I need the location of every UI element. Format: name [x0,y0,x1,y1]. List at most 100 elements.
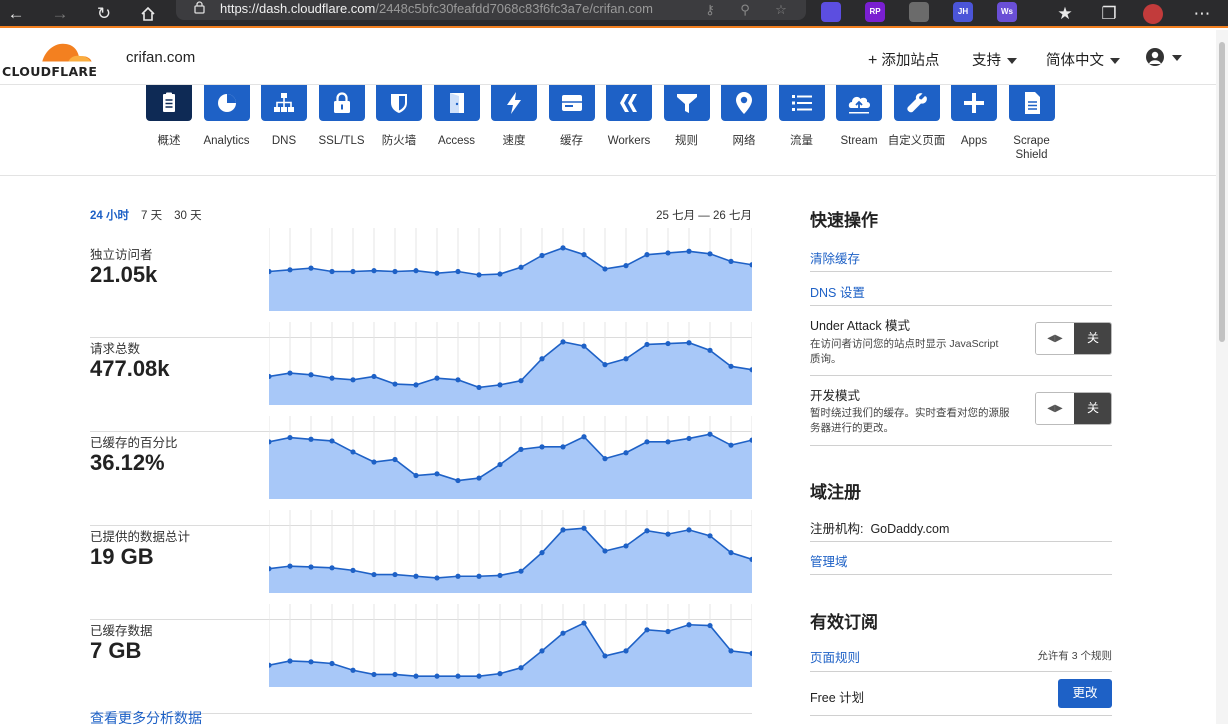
sparkline-point[interactable] [665,340,671,347]
sparkline-point[interactable] [560,444,566,450]
sparkline-point[interactable] [287,658,293,664]
sparkline-point[interactable] [560,630,566,636]
sparkline-point[interactable] [371,671,377,678]
add-site-button[interactable]: + 添加站点 [868,49,939,70]
favorite-add-icon[interactable]: ☆ [772,1,790,19]
sparkline-point[interactable] [413,472,419,479]
sparkline-point[interactable] [644,252,650,258]
sparkline-point[interactable] [434,471,440,477]
sparkline-point[interactable] [707,431,713,437]
jh-ext-icon[interactable]: JH [953,2,973,22]
sparkline-point[interactable] [560,245,566,251]
sparkline-point[interactable] [287,370,293,376]
key-icon[interactable]: ⚷ [701,1,719,19]
change-plan-button[interactable]: 更改 [1058,679,1112,708]
nav-item-overview[interactable]: 概述 [137,85,201,148]
nav-item-filter[interactable]: 规则 [655,85,719,148]
sparkline-point[interactable] [371,268,377,274]
sparkline-point[interactable] [707,533,713,539]
sparkline-point[interactable] [665,439,671,445]
under-attack-toggle[interactable]: ◀▶ 关 [1035,322,1112,355]
back-icon[interactable]: ← [4,2,28,26]
sparkline-point[interactable] [644,528,650,534]
sparkline-point[interactable] [686,340,692,346]
sparkline-point[interactable] [602,266,608,272]
nav-item-door[interactable]: Access [425,85,489,148]
scrollbar-thumb[interactable] [1219,42,1225,342]
sparkline-point[interactable] [728,363,734,369]
sparkline-point[interactable] [539,444,545,450]
sparkline-point[interactable] [476,384,482,391]
sparkline-point[interactable] [434,375,440,381]
sparkline-point[interactable] [434,575,440,581]
dns-settings-link[interactable]: DNS 设置 [810,282,865,301]
sparkline-point[interactable] [707,347,713,353]
sparkline-point[interactable] [581,525,587,531]
sparkline-point[interactable] [476,673,482,679]
forward-icon[interactable]: → [48,2,72,26]
manage-domain-link[interactable]: 管理域 [810,551,848,570]
sparkline-point[interactable] [728,258,734,264]
ws-ext-icon[interactable]: Ws [997,2,1017,22]
sparkline-point[interactable] [308,436,314,442]
sparkline-point[interactable] [581,252,587,258]
nav-item-workers[interactable]: Workers [597,85,661,148]
sparkline-point[interactable] [665,531,671,537]
sparkline-point[interactable] [308,372,314,378]
nav-item-drive[interactable]: 缓存 [540,85,604,148]
sparkline-point[interactable] [308,564,314,570]
cloudflare-logo[interactable]: CLOUDFLARE [2,38,98,79]
sparkline-point[interactable] [686,622,692,628]
sparkline-point[interactable] [623,356,629,362]
nav-item-location-pin[interactable]: 网络 [712,85,776,148]
zoom-icon[interactable]: ⚲ [736,1,754,19]
sparkline-point[interactable] [728,648,734,654]
sparkline-point[interactable] [581,620,587,626]
favorites-icon[interactable]: ★ [1053,2,1077,26]
sparkline-point[interactable] [350,268,356,275]
sparkline-point[interactable] [413,573,419,579]
nav-item-wrench[interactable]: 自定义页面 [885,85,949,148]
collections-icon[interactable]: ❐ [1097,2,1121,26]
sparkline-point[interactable] [602,456,608,462]
nav-item-cloud-upload[interactable]: Stream [827,85,891,148]
dev-mode-toggle[interactable]: ◀▶ 关 [1035,392,1112,425]
sparkline-point[interactable] [287,267,293,273]
nav-item-document[interactable]: Scrape Shield [1000,85,1064,162]
sparkline-point[interactable] [455,268,461,275]
sparkline-point[interactable] [350,667,356,673]
sparkline-point[interactable] [434,673,440,679]
sparkline-point[interactable] [413,382,419,388]
sparkline-point[interactable] [455,573,461,579]
page-scrollbar[interactable] [1216,30,1228,724]
sparkline-point[interactable] [329,268,335,275]
nav-item-lightning[interactable]: 速度 [482,85,546,148]
sparkline-point[interactable] [413,673,419,679]
more-analytics-link[interactable]: 查看更多分析数据 [90,708,202,728]
home-icon[interactable] [136,2,160,26]
sparkline-point[interactable] [560,339,566,345]
sparkline-point[interactable] [665,628,671,635]
page-rules-link[interactable]: 页面规则 [810,647,860,666]
sparkline-point[interactable] [392,456,398,463]
user-icon[interactable] [1146,48,1164,66]
sparkline-point[interactable] [623,543,629,549]
sparkline-point[interactable] [497,461,503,468]
sparkline-point[interactable] [686,248,692,254]
sparkline-point[interactable] [497,671,503,677]
nav-item-dns[interactable]: DNS [252,85,316,148]
sparkline-point[interactable] [518,378,524,384]
sparkline-point[interactable] [581,434,587,440]
purge-cache-link[interactable]: 清除缓存 [810,248,860,267]
sparkline-point[interactable] [350,567,356,573]
sparkline-point[interactable] [371,459,377,465]
sparkline-point[interactable] [392,571,398,578]
account-chevron-icon[interactable] [1172,55,1182,61]
sparkline-point[interactable] [623,450,629,456]
sparkline-point[interactable] [539,550,545,556]
sparkline-point[interactable] [602,362,608,368]
sparkline-point[interactable] [665,250,671,256]
sparkline-point[interactable] [497,271,503,277]
sparkline-point[interactable] [476,272,482,278]
sparkline-point[interactable] [476,475,482,481]
